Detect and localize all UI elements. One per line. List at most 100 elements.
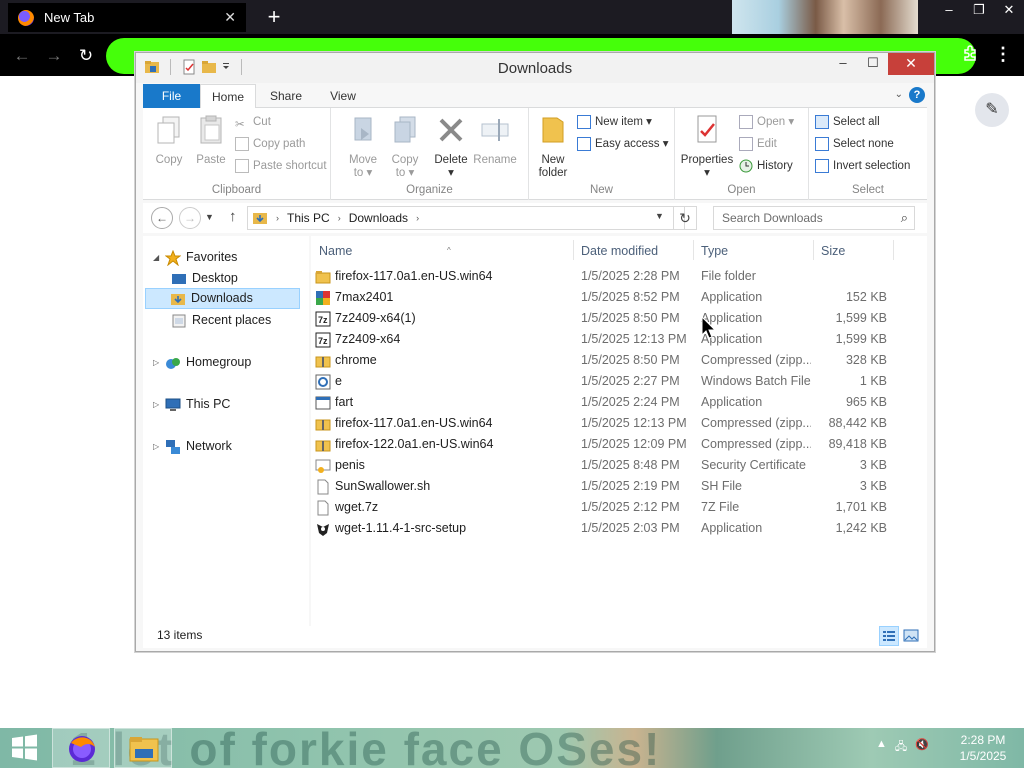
edit-button[interactable]: Edit (739, 134, 777, 154)
cut-button[interactable]: ✂ Cut (235, 112, 271, 132)
file-list: Name ^ Date modified Type Size firefox-1… (311, 236, 927, 626)
file-row[interactable]: chrome 1/5/2025 8:50 PM Compressed (zipp..… (311, 350, 911, 371)
browser-close-button[interactable]: ✕ (994, 0, 1024, 22)
easy-access-button[interactable]: Easy access ▾ (577, 134, 669, 154)
reload-button[interactable]: ↻ (75, 45, 97, 67)
file-row[interactable]: SunSwallower.sh 1/5/2025 2:19 PM SH File 3 … (311, 476, 911, 497)
select-all-button[interactable]: Select all (815, 112, 880, 132)
file-date-modified: 1/5/2025 2:19 PM (581, 479, 680, 493)
nav-desktop[interactable]: Desktop (171, 268, 238, 289)
column-header-date[interactable]: Date modified (581, 242, 658, 260)
large-icons-view-button[interactable] (901, 626, 921, 646)
breadcrumb-this-pc[interactable]: This PC (287, 211, 330, 225)
tab-file[interactable]: File (143, 84, 200, 108)
tab-share[interactable]: Share (263, 84, 309, 108)
title-bar[interactable]: Downloads – ☐ ✕ (136, 53, 934, 83)
tab-home[interactable]: Home (200, 84, 256, 109)
paste-shortcut-button[interactable]: Paste shortcut (235, 156, 327, 176)
file-size: 1,701 KB (835, 500, 887, 514)
file-row[interactable]: 7z 7z2409-x64 1/5/2025 12:13 PM Application… (311, 329, 911, 350)
new-tab-button[interactable]: + (262, 4, 286, 30)
volume-muted-icon[interactable]: 🔇 (915, 738, 929, 757)
column-header-name[interactable]: Name ^ (319, 242, 569, 260)
copy-to-button[interactable]: Copy to ▾ (385, 114, 425, 180)
taskbar-firefox[interactable] (52, 728, 110, 768)
recent-locations-dropdown[interactable]: ▼ (205, 212, 214, 222)
nav-favorites[interactable]: ◢ Favorites (153, 247, 237, 268)
close-button[interactable]: ✕ (888, 53, 934, 75)
properties-button[interactable]: Properties ▾ (677, 114, 737, 180)
show-hidden-icons-icon[interactable]: ▲ (876, 738, 887, 757)
file-row[interactable]: wget.7z 1/5/2025 2:12 PM 7Z File 1,701 KB (311, 497, 911, 518)
back-button[interactable]: ← (11, 45, 33, 67)
browser-tab-new-tab[interactable]: New Tab ✕ (8, 3, 246, 32)
expand-arrow-icon[interactable]: ▷ (153, 352, 165, 373)
network-status-icon[interactable]: 🖧 (895, 738, 907, 757)
rename-button[interactable]: Rename (473, 114, 517, 167)
file-row[interactable]: penis 1/5/2025 8:48 PM Security Certificat… (311, 455, 911, 476)
file-row[interactable]: firefox-122.0a1.en-US.win64 1/5/2025 12:0… (311, 434, 911, 455)
select-none-button[interactable]: Select none (815, 134, 894, 154)
copy-path-button[interactable]: Copy path (235, 134, 305, 154)
move-to-button[interactable]: Move to ▾ (343, 114, 383, 180)
file-name: chrome (335, 353, 377, 367)
browser-minimize-button[interactable]: – (934, 0, 964, 22)
file-row[interactable]: fart 1/5/2025 2:24 PM Application 965 KB (311, 392, 911, 413)
nav-recent-places[interactable]: Recent places (171, 310, 271, 331)
new-group-label: New (589, 184, 613, 196)
chevron-down-icon[interactable]: ⌄ (895, 89, 903, 100)
search-input[interactable]: Search Downloads ⌕ (713, 206, 915, 230)
details-view-button[interactable] (879, 626, 899, 646)
downloads-folder-icon (253, 213, 267, 224)
open-button[interactable]: Open ▾ (739, 112, 794, 132)
back-arrow-icon[interactable]: ← (151, 207, 173, 229)
search-icon: ⌕ (900, 210, 908, 225)
system-clock[interactable]: 2:28 PM 1/5/2025 (950, 732, 1016, 764)
nav-network[interactable]: ▷ Network (153, 436, 232, 457)
invert-selection-button[interactable]: Invert selection (815, 156, 910, 176)
forward-button[interactable]: → (43, 45, 65, 67)
browser-tab-strip: New Tab ✕ + – ❐ ✕ (0, 0, 1024, 34)
file-row[interactable]: wget-1.11.4-1-src-setup 1/5/2025 2:03 PM A… (311, 518, 911, 539)
address-history-dropdown[interactable]: ▼ (655, 211, 664, 221)
column-header-size[interactable]: Size (821, 242, 845, 260)
file-row[interactable]: firefox-117.0a1.en-US.win64 1/5/2025 12:1… (311, 413, 911, 434)
forward-arrow-icon[interactable]: → (179, 207, 201, 229)
expand-arrow-icon[interactable]: ▷ (153, 436, 165, 457)
extensions-icon[interactable] (960, 44, 980, 64)
copy-path-label: Copy path (253, 138, 306, 150)
new-item-button[interactable]: New item ▾ (577, 112, 652, 132)
minimize-button[interactable]: – (828, 53, 858, 75)
browser-menu-button[interactable]: ⋮ (994, 44, 1012, 66)
history-button[interactable]: History (739, 156, 793, 176)
file-row[interactable]: e 1/5/2025 2:27 PM Windows Batch File 1 KB (311, 371, 911, 392)
expand-arrow-icon[interactable]: ▷ (153, 394, 165, 415)
nav-homegroup[interactable]: ▷ Homegroup (153, 352, 251, 373)
breadcrumb-separator: › (276, 213, 279, 223)
breadcrumb-downloads[interactable]: Downloads (349, 211, 408, 225)
file-type: Compressed (zipp... (701, 437, 811, 451)
maximize-button[interactable]: ☐ (858, 53, 888, 75)
file-row[interactable]: 7max2401 1/5/2025 8:52 PM Application 152 K… (311, 287, 911, 308)
nav-downloads[interactable]: Downloads (145, 288, 300, 309)
tab-view[interactable]: View (323, 84, 363, 108)
edit-shortcuts-button[interactable]: ✎ (975, 93, 1009, 127)
file-row[interactable]: firefox-117.0a1.en-US.win64 1/5/2025 2:28… (311, 266, 911, 287)
address-bar[interactable]: › This PC › Downloads › (247, 206, 685, 230)
delete-button[interactable]: Delete ▾ (429, 114, 473, 180)
browser-maximize-button[interactable]: ❐ (964, 0, 994, 22)
column-header-type[interactable]: Type (701, 242, 728, 260)
up-arrow-icon[interactable]: ↑ (229, 208, 237, 225)
taskbar-file-explorer[interactable] (114, 728, 172, 768)
start-button[interactable] (0, 728, 48, 768)
zip-file-icon (315, 416, 331, 432)
help-icon[interactable]: ? (909, 87, 925, 103)
file-row[interactable]: 7z 7z2409-x64(1) 1/5/2025 8:50 PM Applicati… (311, 308, 911, 329)
refresh-icon[interactable]: ↻ (673, 206, 697, 230)
new-folder-button[interactable]: New folder (535, 114, 571, 180)
paste-button[interactable]: Paste (191, 114, 231, 167)
copy-button[interactable]: Copy (149, 114, 189, 167)
nav-this-pc[interactable]: ▷ This PC (153, 394, 230, 415)
expand-arrow-icon[interactable]: ◢ (153, 247, 165, 268)
close-tab-icon[interactable]: ✕ (224, 9, 236, 26)
